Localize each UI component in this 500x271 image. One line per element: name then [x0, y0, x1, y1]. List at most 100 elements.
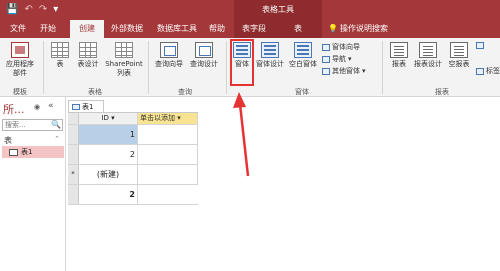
- collapse-pane-icon[interactable]: «: [48, 101, 54, 111]
- redo-icon[interactable]: ↷: [39, 3, 47, 17]
- report-design-button[interactable]: 报表设计: [412, 42, 444, 69]
- blank-form-icon: [294, 42, 312, 58]
- id-cell[interactable]: 2: [79, 145, 138, 164]
- search-icon[interactable]: 🔍: [51, 120, 61, 129]
- application-parts-label: 应用程序 部件: [6, 60, 34, 77]
- nav-search-input[interactable]: [3, 120, 51, 130]
- row-selector[interactable]: [68, 125, 79, 144]
- form-wizard-button[interactable]: 窗体向导: [322, 42, 360, 52]
- title-bar: 💾 ↶ ↷ ▾ 表格工具: [0, 0, 500, 20]
- chevron-down-icon: ▾: [362, 67, 366, 75]
- lightbulb-icon: 💡: [328, 24, 338, 33]
- id-cell[interactable]: 2: [79, 185, 138, 204]
- report-button-label: 报表: [392, 60, 406, 68]
- new-record-row[interactable]: * (新建): [68, 165, 198, 185]
- blank-form-button[interactable]: 空白窗体: [287, 42, 319, 69]
- more-forms-button[interactable]: 其他窗体 ▾: [322, 66, 366, 76]
- select-all-corner[interactable]: [68, 113, 79, 124]
- table-button[interactable]: 表: [49, 42, 71, 69]
- column-header-id[interactable]: ID ▾: [79, 113, 138, 124]
- id-cell[interactable]: (新建): [79, 165, 138, 184]
- query-design-label: 查询设计: [190, 60, 218, 68]
- tab-help[interactable]: 帮助: [205, 20, 229, 38]
- navigation-icon: [322, 55, 330, 63]
- report-button[interactable]: 报表: [388, 42, 410, 69]
- group-label-reports: 报表: [435, 88, 449, 96]
- tab-home[interactable]: 开始: [34, 20, 62, 38]
- quick-access-toolbar: 💾 ↶ ↷ ▾: [6, 3, 58, 17]
- navigation-label: 导航: [332, 55, 346, 63]
- blank-report-label: 空报表: [448, 60, 470, 68]
- tell-me-search[interactable]: 操作说明搜索: [340, 20, 416, 38]
- chevron-down-icon[interactable]: ▾: [111, 114, 115, 122]
- sharepoint-icon: [115, 42, 133, 58]
- tab-file[interactable]: 文件: [6, 20, 30, 38]
- form-wizard-icon: [322, 43, 330, 51]
- table-row[interactable]: 2: [68, 145, 198, 165]
- navigation-button[interactable]: 导航 ▾: [322, 54, 352, 64]
- tab-table[interactable]: 表: [274, 20, 322, 38]
- form-button-highlight: [230, 39, 254, 86]
- query-wizard-icon: [160, 42, 178, 58]
- labels-icon: [476, 67, 484, 75]
- table-icon: [72, 103, 80, 110]
- document-tab-label: 表1: [82, 102, 94, 111]
- nav-menu-icon[interactable]: ◉: [34, 103, 40, 111]
- form-design-label: 窗体设计: [256, 60, 284, 68]
- query-design-button[interactable]: 查询设计: [187, 42, 221, 69]
- ribbon-tabs: 文件 开始 创建 外部数据 数据库工具 帮助 表字段 表 💡 操作说明搜索: [0, 20, 500, 38]
- table-row[interactable]: 2: [68, 185, 198, 205]
- blank-report-icon: [450, 42, 468, 58]
- report-wizard-button[interactable]: [476, 42, 484, 49]
- application-parts-button[interactable]: 应用程序 部件: [3, 42, 37, 78]
- chevron-down-icon: ▾: [348, 55, 352, 63]
- report-design-label: 报表设计: [414, 60, 442, 68]
- tab-table-fields[interactable]: 表字段: [234, 20, 274, 38]
- save-icon[interactable]: 💾: [6, 3, 18, 17]
- tab-create[interactable]: 创建: [70, 20, 104, 38]
- datasheet-header-row: ID ▾ 单击以添加 ▾: [68, 113, 198, 125]
- blank-report-button[interactable]: 空报表: [446, 42, 472, 69]
- ribbon-separator: [382, 41, 383, 94]
- undo-icon[interactable]: ↶: [24, 3, 32, 17]
- group-label-templates: 模板: [13, 88, 27, 96]
- group-label-tables: 表格: [88, 88, 102, 96]
- customize-qat-icon[interactable]: ▾: [53, 3, 58, 17]
- report-design-icon: [419, 42, 437, 58]
- column-header-click-to-add[interactable]: 单击以添加 ▾: [138, 113, 198, 124]
- empty-cell[interactable]: [138, 125, 198, 144]
- row-selector[interactable]: [68, 185, 79, 204]
- row-selector[interactable]: [68, 145, 79, 164]
- query-wizard-button[interactable]: 查询向导: [152, 42, 186, 69]
- empty-cell[interactable]: [138, 165, 198, 184]
- query-wizard-label: 查询向导: [155, 60, 183, 68]
- empty-cell[interactable]: [138, 185, 198, 204]
- nav-pane-title[interactable]: 所...: [3, 101, 25, 117]
- empty-cell[interactable]: [138, 145, 198, 164]
- table-row[interactable]: 1: [68, 125, 198, 145]
- sharepoint-lists-button[interactable]: SharePoint 列表: [104, 42, 144, 78]
- id-cell[interactable]: 1: [79, 125, 138, 144]
- more-forms-icon: [322, 67, 330, 75]
- document-tab-table1[interactable]: 表1: [68, 100, 104, 112]
- document-area: 表1 ID ▾ 单击以添加 ▾ 1 2 * (新建) 2: [66, 97, 500, 271]
- ribbon-separator: [148, 41, 149, 94]
- table-icon: [9, 148, 18, 156]
- new-record-marker[interactable]: *: [68, 165, 79, 184]
- labels-button[interactable]: 标签: [476, 66, 500, 76]
- form-design-button[interactable]: 窗体设计: [255, 42, 285, 69]
- nav-item-table1[interactable]: 表1: [2, 146, 64, 158]
- report-icon: [390, 42, 408, 58]
- form-design-icon: [261, 42, 279, 58]
- application-parts-icon: [11, 42, 29, 58]
- tab-database-tools[interactable]: 数据库工具: [152, 20, 202, 38]
- table-design-button[interactable]: 表设计: [73, 42, 103, 69]
- table-icon: [51, 42, 69, 58]
- sharepoint-label: SharePoint 列表: [105, 60, 143, 77]
- nav-section-tables[interactable]: 表: [4, 135, 12, 146]
- group-label-forms: 窗体: [295, 88, 309, 96]
- chevron-down-icon[interactable]: ▾: [177, 114, 181, 122]
- collapse-section-icon[interactable]: ⌃: [54, 135, 60, 143]
- table-button-label: 表: [56, 60, 64, 68]
- tab-external-data[interactable]: 外部数据: [106, 20, 148, 38]
